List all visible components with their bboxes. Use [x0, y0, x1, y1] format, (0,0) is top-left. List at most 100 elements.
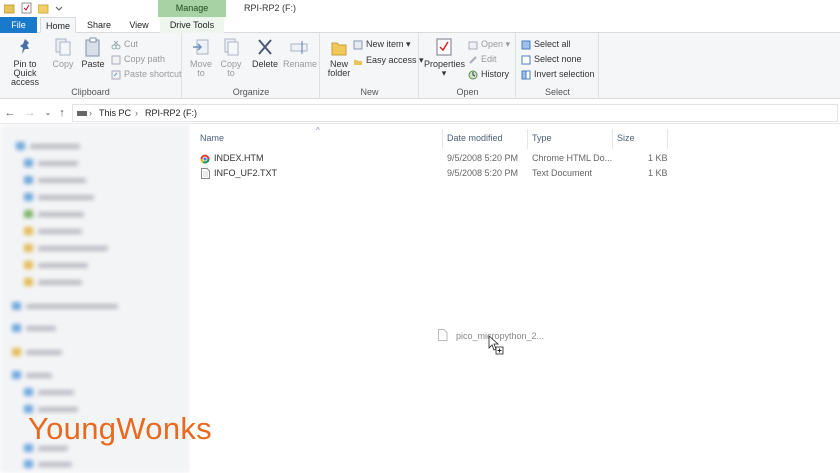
new-folder-button[interactable]: New folder	[324, 37, 354, 78]
nav-item[interactable]	[24, 209, 84, 219]
new-group-label: New	[360, 87, 379, 97]
breadcrumb-this-pc[interactable]: This PC	[99, 108, 131, 118]
file-date: 9/5/2008 5:20 PM	[447, 168, 519, 178]
delete-button[interactable]: Delete	[251, 37, 279, 69]
properties-button[interactable]: Properties ▾	[424, 37, 466, 78]
new-item-icon	[353, 40, 363, 50]
invert-selection-button[interactable]: Invert selection	[521, 67, 595, 81]
nav-item[interactable]	[24, 387, 74, 397]
nav-item[interactable]	[24, 243, 108, 253]
nav-item[interactable]	[12, 301, 118, 311]
window-icon	[3, 2, 15, 14]
paste-button[interactable]: Paste	[80, 37, 106, 69]
properties-label: Properties	[424, 59, 466, 69]
file-date: 9/5/2008 5:20 PM	[447, 153, 519, 163]
table-row[interactable]: INFO_UF2.TXT 9/5/2008 5:20 PM Text Docum…	[200, 167, 670, 181]
tab-file[interactable]: File	[0, 17, 37, 33]
file-name: INDEX.HTM	[214, 153, 264, 163]
text-file-icon	[201, 168, 210, 179]
column-header-type[interactable]: Type	[532, 133, 552, 143]
clipboard-group-label: Clipboard	[71, 87, 110, 97]
open-button[interactable]: Open ▾	[468, 37, 510, 51]
cut-label: Cut	[124, 39, 139, 49]
tab-share[interactable]: Share	[82, 17, 116, 33]
tab-home[interactable]: Home	[40, 17, 76, 33]
back-arrow-icon[interactable]: ←	[4, 106, 16, 120]
invert-selection-label: Invert selection	[534, 69, 595, 79]
cut-button[interactable]: Cut	[111, 37, 138, 51]
rename-label: Rename	[283, 59, 318, 69]
copy-icon	[55, 38, 71, 56]
nav-item[interactable]	[12, 347, 62, 357]
tab-drive-tools[interactable]: Drive Tools	[160, 17, 224, 33]
properties-qat-icon[interactable]	[21, 2, 32, 14]
move-to-icon	[193, 39, 209, 55]
column-divider[interactable]	[442, 129, 443, 149]
table-row[interactable]: INDEX.HTM 9/5/2008 5:20 PM Chrome HTML D…	[200, 152, 670, 166]
copy-to-button[interactable]: Copy to	[217, 37, 245, 78]
sort-chevron-up-icon: ^	[316, 126, 320, 135]
clipboard-group: Pin to Quick access Copy Paste Cut Copy …	[0, 33, 182, 99]
select-all-button[interactable]: Select all	[521, 37, 571, 51]
recent-locations-chevron-icon[interactable]: ⌄	[42, 106, 54, 120]
nav-item[interactable]	[12, 323, 56, 333]
rename-button[interactable]: Rename	[283, 37, 318, 69]
copy-path-label: Copy path	[124, 54, 166, 64]
nav-item[interactable]	[24, 277, 82, 287]
nav-item[interactable]	[24, 260, 88, 270]
easy-access-button[interactable]: Easy access ▾	[353, 53, 424, 67]
copy-path-button[interactable]: Copy path	[111, 52, 165, 66]
column-divider[interactable]	[612, 129, 613, 149]
tab-manage[interactable]: Manage	[158, 0, 226, 17]
organize-group: Move to Copy to Delete Rename Organize	[183, 33, 320, 99]
drive-icon	[77, 111, 87, 116]
column-divider[interactable]	[667, 129, 668, 149]
edit-icon	[469, 55, 477, 64]
nav-item[interactable]	[24, 175, 86, 185]
file-type: Chrome HTML Do...	[532, 153, 613, 163]
nav-item[interactable]	[24, 459, 72, 469]
file-type: Text Document	[532, 168, 593, 178]
rename-icon	[290, 41, 308, 54]
nav-item[interactable]	[16, 141, 80, 151]
edit-button[interactable]: Edit	[468, 52, 497, 66]
copy-to-icon	[224, 38, 239, 56]
customize-qat-chevron-icon[interactable]	[55, 2, 63, 14]
move-to-button[interactable]: Move to	[187, 37, 215, 78]
delete-label: Delete	[251, 59, 278, 69]
open-label: Open	[481, 39, 504, 49]
nav-item[interactable]	[24, 226, 82, 236]
up-arrow-icon[interactable]: ↑	[56, 106, 68, 120]
nav-item[interactable]	[12, 370, 52, 380]
history-label: History	[481, 69, 510, 79]
delete-x-icon	[258, 39, 272, 55]
breadcrumb-drive[interactable]: RPI-RP2 (F:)	[145, 108, 197, 118]
paste-shortcut-label: Paste shortcut	[124, 69, 182, 79]
new-folder-qat-icon[interactable]	[37, 2, 49, 14]
forward-arrow-icon[interactable]: →	[24, 106, 36, 120]
paste-shortcut-button[interactable]: Paste shortcut	[111, 67, 182, 81]
column-header-size[interactable]: Size	[617, 133, 635, 143]
tab-view[interactable]: View	[124, 17, 154, 33]
file-list-pane[interactable]: ^ Name Date modified Type Size INDEX.HTM…	[190, 125, 840, 473]
history-button[interactable]: History	[468, 67, 509, 81]
copy-label: Copy	[52, 59, 74, 69]
organize-group-label: Organize	[232, 87, 270, 97]
breadcrumb[interactable]: › This PC › RPI-RP2 (F:)	[72, 104, 838, 122]
paste-shortcut-icon	[111, 70, 121, 80]
new-item-label: New item	[366, 39, 404, 49]
select-none-button[interactable]: Select none	[521, 52, 582, 66]
column-header-date-modified[interactable]: Date modified	[447, 133, 503, 143]
copy-button[interactable]: Copy	[50, 37, 76, 69]
column-divider[interactable]	[527, 129, 528, 149]
open-group-label: Open	[456, 87, 479, 97]
easy-access-label: Easy access	[366, 55, 417, 65]
nav-item[interactable]	[24, 192, 94, 202]
new-item-button[interactable]: New item ▾	[353, 37, 411, 51]
column-header-name[interactable]: Name	[200, 133, 224, 143]
pin-to-quick-access-button[interactable]: Pin to Quick access	[2, 37, 48, 87]
nav-item[interactable]	[24, 158, 78, 168]
copy-path-icon	[111, 55, 121, 65]
copy-to-label-line2: to	[227, 68, 235, 78]
dragged-file-icon	[438, 329, 448, 341]
